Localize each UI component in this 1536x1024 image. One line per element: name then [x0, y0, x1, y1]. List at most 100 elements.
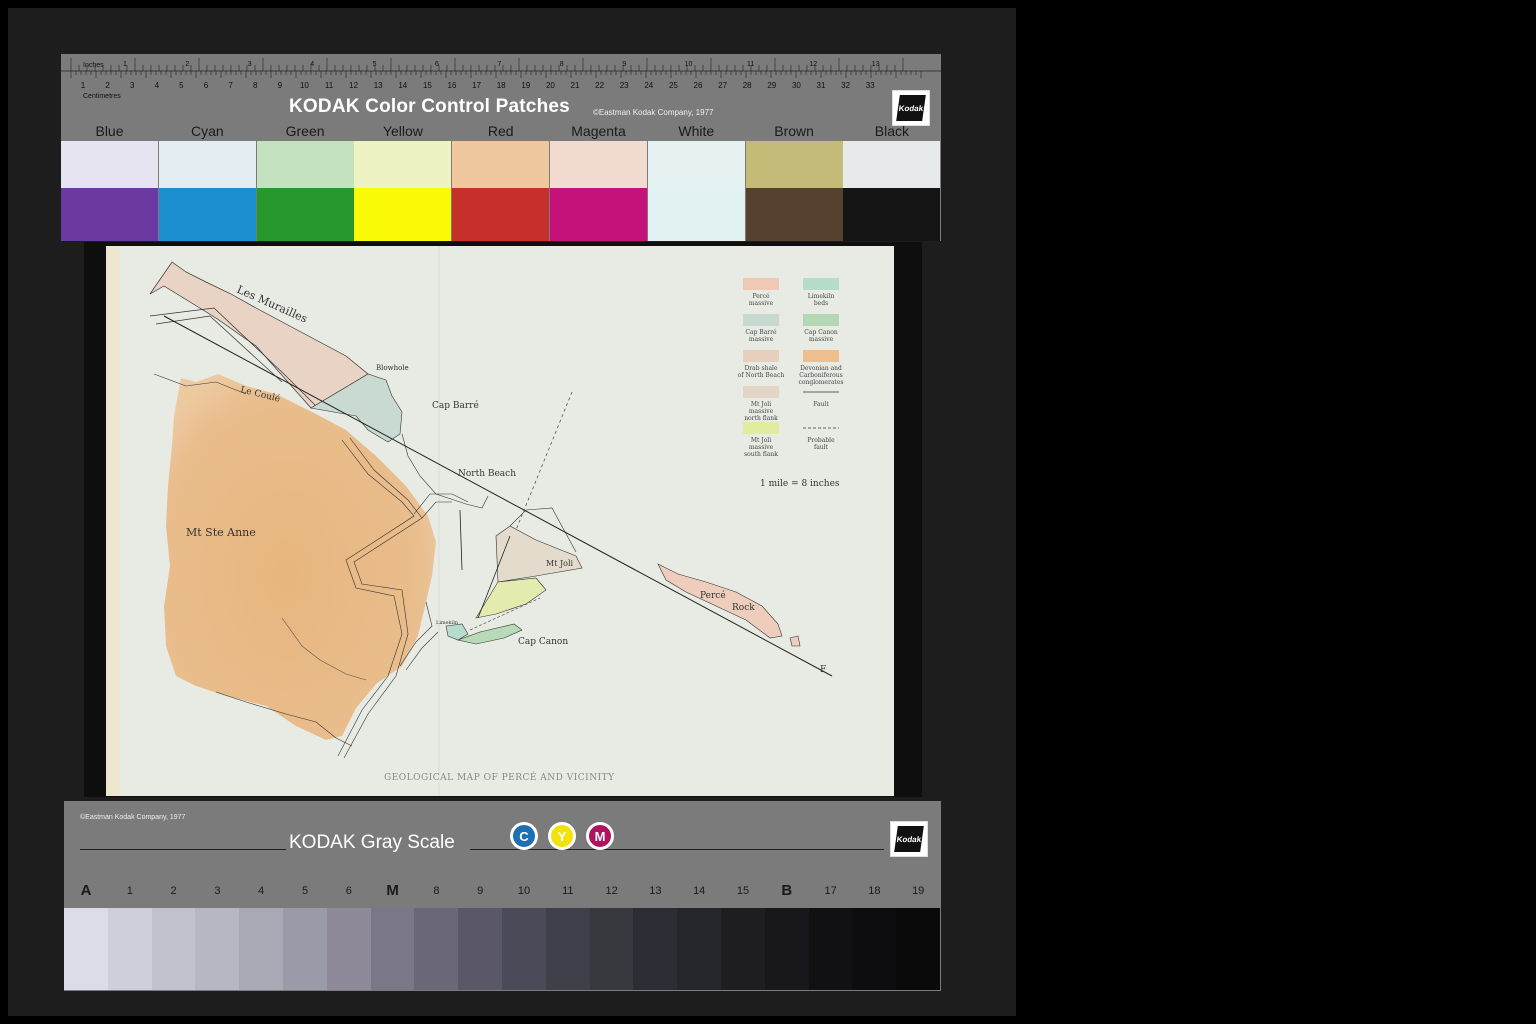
cmy-dot-c: C — [510, 822, 538, 850]
legend-label-4: Drab shale — [745, 365, 778, 372]
ruler-inch-number: 4 — [310, 61, 314, 68]
legend-label-5: Carboniferous — [799, 372, 842, 379]
patch-light-white — [647, 141, 745, 188]
cmy-letter: M — [594, 828, 606, 844]
kodak-logo: Kodak — [890, 821, 928, 857]
label-perce: Percé — [700, 590, 726, 601]
gray-step-swatch — [545, 908, 590, 990]
ruler-cm-number: 7 — [228, 81, 233, 90]
ruler-inch-number: 5 — [373, 61, 377, 68]
gray-step-swatch — [64, 908, 108, 990]
legend-label-0: massive — [749, 300, 774, 307]
gray-step-swatch — [721, 908, 765, 990]
gray-step-swatch — [414, 908, 459, 990]
ruler-inch-number: 3 — [248, 61, 252, 68]
legend-label-9: Probable — [807, 437, 835, 444]
ruler-cm-number: 28 — [743, 81, 752, 90]
ruler-cm-number: 10 — [300, 81, 309, 90]
gray-bar-title: KODAK Gray Scale — [289, 832, 455, 853]
legend-label-8: south flank — [744, 451, 778, 458]
ruler-cm-number: 11 — [325, 81, 334, 90]
ruler-inch-number: 12 — [809, 61, 817, 68]
color-bar-copyright: ©Eastman Kodak Company, 1977 — [593, 108, 714, 117]
gray-step-swatch — [896, 908, 941, 990]
legend-label-4: of North Beach — [738, 372, 785, 379]
gray-step-swatch — [852, 908, 897, 990]
legend-label-8: massive — [749, 444, 774, 451]
color-bar-title: KODAK Color Control Patches — [289, 96, 570, 117]
patch-dark-cyan — [158, 188, 256, 241]
kodak-logo: Kodak — [892, 90, 930, 126]
gray-step-swatch — [107, 908, 152, 990]
gray-step-swatch — [239, 908, 284, 990]
cmy-dot-y: Y — [548, 822, 576, 850]
ruler-cm-number: 5 — [179, 81, 184, 90]
gray-step-label: 2 — [170, 885, 177, 897]
patch-label-black: Black — [874, 123, 909, 139]
gray-step-swatch — [764, 908, 809, 990]
patch-dark-brown — [745, 188, 843, 241]
ruler-cm-number: 27 — [718, 81, 727, 90]
gray-step-label: 1 — [126, 885, 133, 897]
gray-step-label: 11 — [562, 885, 574, 897]
patch-light-yellow — [354, 141, 452, 188]
title-rule-right — [470, 849, 884, 850]
ruler-cm-number: 12 — [349, 81, 358, 90]
legend-label-8: Mt Joli — [751, 437, 771, 444]
perce-rock-islet — [789, 635, 801, 647]
gray-step-swatch — [151, 908, 196, 990]
gray-step-label: 6 — [345, 885, 352, 897]
patch-dark-red — [452, 188, 550, 241]
patch-light-brown — [745, 141, 843, 188]
gray-step-swatch — [458, 908, 503, 990]
ruler-cm-number: 14 — [398, 81, 407, 90]
color-control-bar: Inches Centimetres 12345678910111213 123… — [61, 54, 941, 241]
legend-swatch-2 — [743, 314, 779, 326]
legend-label-0: Percé — [752, 293, 770, 300]
gray-step-label: B — [781, 882, 793, 899]
ruler-inch-numbers: 1 2 3 4 5 6 7 8 9 10 11 12 13 — [123, 61, 880, 68]
cmy-letter: Y — [557, 828, 567, 844]
gray-step-swatch — [633, 908, 678, 990]
patch-label-blue: Blue — [95, 123, 124, 139]
gray-step-swatch — [502, 908, 546, 990]
gray-step-label: A — [80, 882, 92, 899]
patch-light-cyan — [158, 141, 256, 188]
gray-step-label: 10 — [517, 885, 531, 897]
legend-label-5: Devonian and — [800, 365, 842, 372]
ruler-cm-number: 17 — [472, 81, 481, 90]
legend-swatch-4 — [743, 350, 779, 362]
patch-light-blue — [61, 141, 158, 188]
measuring-ruler: Inches Centimetres 12345678910111213 123… — [61, 58, 941, 90]
legend-label-6: north flank — [744, 415, 778, 422]
ruler-inch-number: 6 — [435, 61, 439, 68]
ruler-cm-number: 23 — [620, 81, 629, 90]
label-cap-barre: Cap Barré — [432, 400, 479, 411]
patch-label-white: White — [678, 123, 715, 139]
gray-step-swatch — [677, 908, 722, 990]
gray-scale-bar: ©Eastman Kodak Company, 1977 KODAK Gray … — [64, 801, 941, 991]
gray-bar-copyright: ©Eastman Kodak Company, 1977 — [80, 814, 186, 821]
gray-step-label: 4 — [258, 885, 265, 897]
legend-swatch-3 — [803, 314, 839, 326]
gray-step-label: 9 — [477, 885, 484, 897]
gray-step-label: 15 — [736, 885, 750, 897]
legend-label-9: fault — [814, 444, 829, 451]
ruler-cm-number: 13 — [374, 81, 383, 90]
gray-step-label: 3 — [214, 885, 221, 897]
ruler-inch-number: 10 — [685, 61, 693, 68]
gray-step-swatch — [370, 908, 415, 990]
patch-label-red: Red — [487, 123, 514, 139]
ruler-inch-number: 8 — [560, 61, 564, 68]
ruler-cm-number: 1 — [81, 81, 86, 90]
paper-edge — [106, 246, 120, 796]
patch-label-green: Green — [285, 123, 325, 139]
ruler-cm-number: 8 — [253, 81, 258, 90]
label-north-beach: North Beach — [458, 469, 516, 479]
label-blowhole: Blowhole — [376, 364, 409, 372]
ruler-inch-number: 1 — [123, 61, 127, 68]
cmy-letter: C — [519, 828, 529, 844]
ruler-cm-number: 15 — [423, 81, 432, 90]
ruler-inch-number: 11 — [747, 61, 754, 68]
ruler-cm-number: 19 — [521, 81, 530, 90]
